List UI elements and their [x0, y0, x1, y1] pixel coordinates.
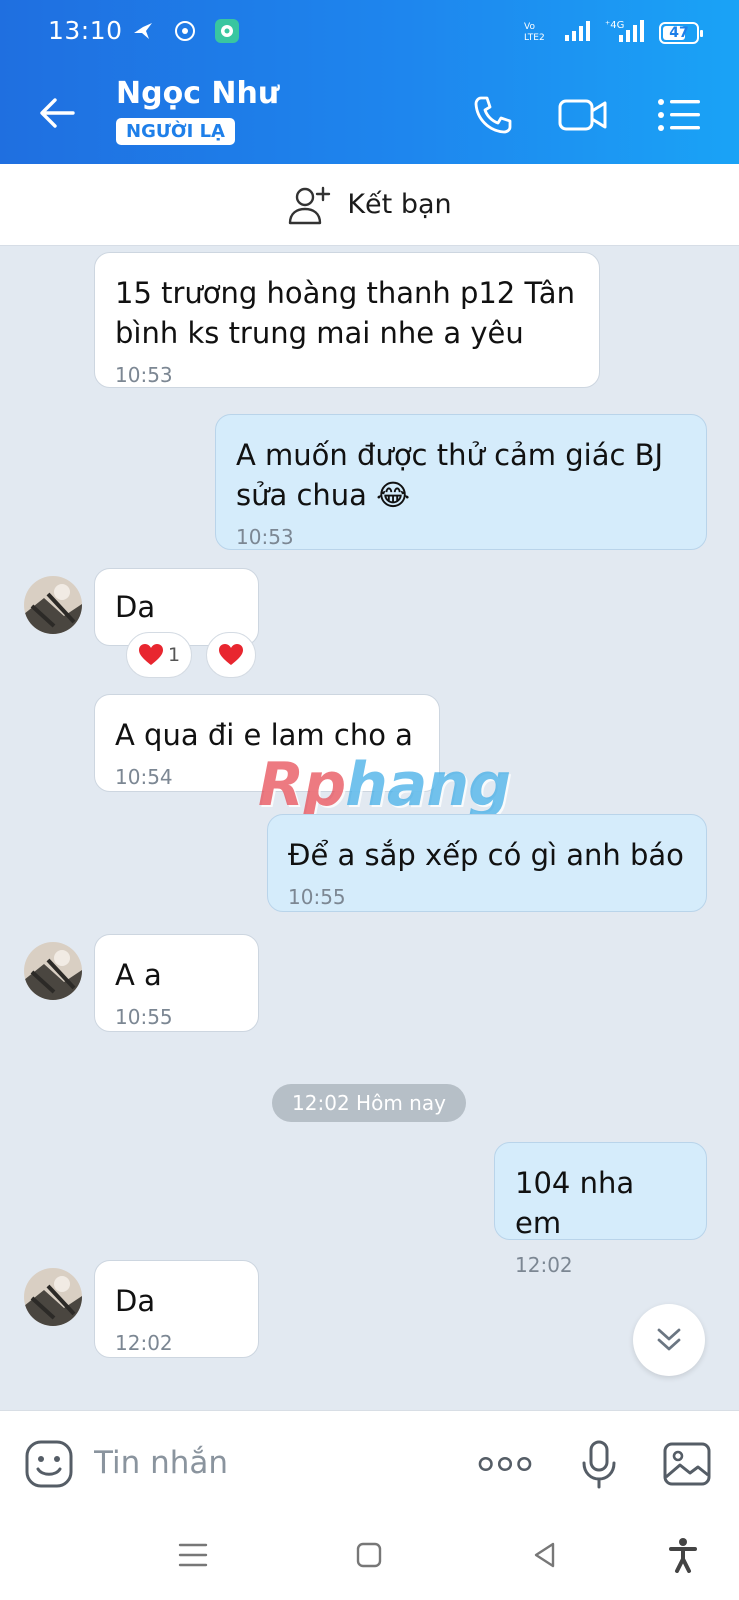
battery-icon: 47 — [659, 22, 703, 44]
voice-call-button[interactable] — [466, 88, 520, 142]
menu-button[interactable] — [652, 88, 706, 142]
recent-apps-button[interactable] — [170, 1532, 216, 1578]
message-bubble-incoming[interactable]: 15 trương hoàng thanh p12 Tân bình ks tr… — [94, 252, 600, 388]
message-time: 12:02 — [515, 1253, 573, 1277]
message-bubble-incoming[interactable]: Da 12:02 — [94, 1260, 259, 1358]
stranger-badge: NGƯỜI LẠ — [116, 118, 235, 145]
bird-notification-icon — [130, 18, 156, 44]
signal-icon-1 — [563, 19, 591, 47]
add-friend-bar[interactable]: Kết bạn — [0, 164, 739, 246]
message-text: A qua đi e lam cho a — [115, 718, 413, 752]
message-bubble-outgoing[interactable]: 104 nha em 12:02 — [494, 1142, 707, 1277]
system-navigation-bar — [0, 1510, 739, 1600]
accessibility-button[interactable] — [660, 1532, 706, 1578]
svg-text:Vo: Vo — [524, 22, 535, 32]
message-text: 15 trương hoàng thanh p12 Tân — [115, 276, 575, 310]
message-time: 10:53 — [236, 525, 294, 549]
sticker-icon — [25, 1440, 73, 1488]
watermark: Rphang — [258, 750, 511, 820]
message-time: 10:55 — [115, 1005, 173, 1029]
signal-4g-icon: ⁺4G — [605, 18, 645, 48]
back-nav-button[interactable] — [522, 1532, 568, 1578]
more-options-button[interactable] — [478, 1437, 532, 1491]
microphone-icon — [582, 1440, 616, 1489]
message-text: A a — [115, 958, 162, 992]
video-call-button[interactable] — [556, 88, 610, 142]
status-system-icons: Vo LTE2 ⁺4G 47 — [523, 18, 703, 48]
message-text: Da — [115, 590, 156, 624]
reaction-count[interactable]: 1 — [126, 632, 192, 678]
chevron-double-down-icon — [657, 1328, 681, 1351]
home-square-icon — [356, 1542, 382, 1568]
chat-header: Ngọc Như NGƯỜI LẠ — [0, 66, 739, 164]
home-button[interactable] — [346, 1532, 392, 1578]
more-icon — [478, 1456, 532, 1472]
message-text: sửa chua 😂 — [236, 478, 411, 512]
chat-area[interactable]: 15 trương hoàng thanh p12 Tân bình ks tr… — [0, 246, 739, 1410]
svg-text:⁺4G: ⁺4G — [605, 20, 624, 31]
video-call-icon — [558, 99, 607, 131]
status-notification-icons — [130, 18, 240, 44]
attach-image-button[interactable] — [660, 1437, 714, 1491]
phone-icon — [474, 96, 512, 134]
status-time: 13:10 — [48, 16, 123, 45]
message-input[interactable] — [94, 1439, 464, 1487]
message-time: 10:55 — [288, 885, 346, 909]
add-friend-icon — [289, 186, 331, 224]
image-icon — [663, 1442, 711, 1486]
accessibility-icon — [669, 1538, 697, 1573]
volte-icon: Vo LTE2 — [523, 18, 549, 48]
date-separator: 12:02 Hôm nay — [272, 1084, 466, 1122]
message-text: Để a sắp xếp có gì anh báo — [288, 838, 684, 872]
message-time: 10:53 — [115, 363, 173, 387]
status-bar: 13:10 Vo LTE2 ⁺4G 47 — [0, 0, 739, 66]
music-app-icon — [214, 18, 240, 44]
message-composer — [0, 1410, 739, 1510]
message-time: 12:02 — [115, 1331, 173, 1355]
message-bubble-incoming[interactable]: A a 10:55 — [94, 934, 259, 1032]
message-text: 104 nha em — [515, 1166, 635, 1240]
contact-avatar[interactable] — [24, 576, 82, 634]
react-button[interactable] — [206, 632, 256, 678]
message-bubble-outgoing[interactable]: Để a sắp xếp có gì anh báo 10:55 — [267, 814, 707, 912]
message-bubble-outgoing[interactable]: A muốn được thử cảm giác BJ sửa chua 😂 1… — [215, 414, 707, 550]
message-text: A muốn được thử cảm giác BJ — [236, 438, 664, 472]
voice-record-button[interactable] — [572, 1437, 626, 1491]
message-text: bình ks trung mai nhe a yêu — [115, 316, 524, 350]
menu-lines-icon — [178, 1543, 208, 1567]
scroll-to-bottom-button[interactable] — [633, 1304, 705, 1376]
heart-icon — [138, 644, 163, 665]
add-friend-label: Kết bạn — [347, 189, 452, 220]
heart-icon — [219, 644, 243, 665]
contact-name[interactable]: Ngọc Như — [116, 76, 279, 111]
menu-list-icon — [658, 99, 700, 131]
back-button[interactable] — [32, 88, 82, 138]
message-text: Da — [115, 1284, 156, 1318]
back-arrow-icon — [40, 98, 75, 128]
compass-notification-icon — [172, 18, 198, 44]
sticker-button[interactable] — [22, 1437, 76, 1491]
back-triangle-icon — [534, 1542, 555, 1568]
contact-avatar[interactable] — [24, 942, 82, 1000]
svg-text:LTE2: LTE2 — [524, 33, 545, 43]
contact-avatar[interactable] — [24, 1268, 82, 1326]
